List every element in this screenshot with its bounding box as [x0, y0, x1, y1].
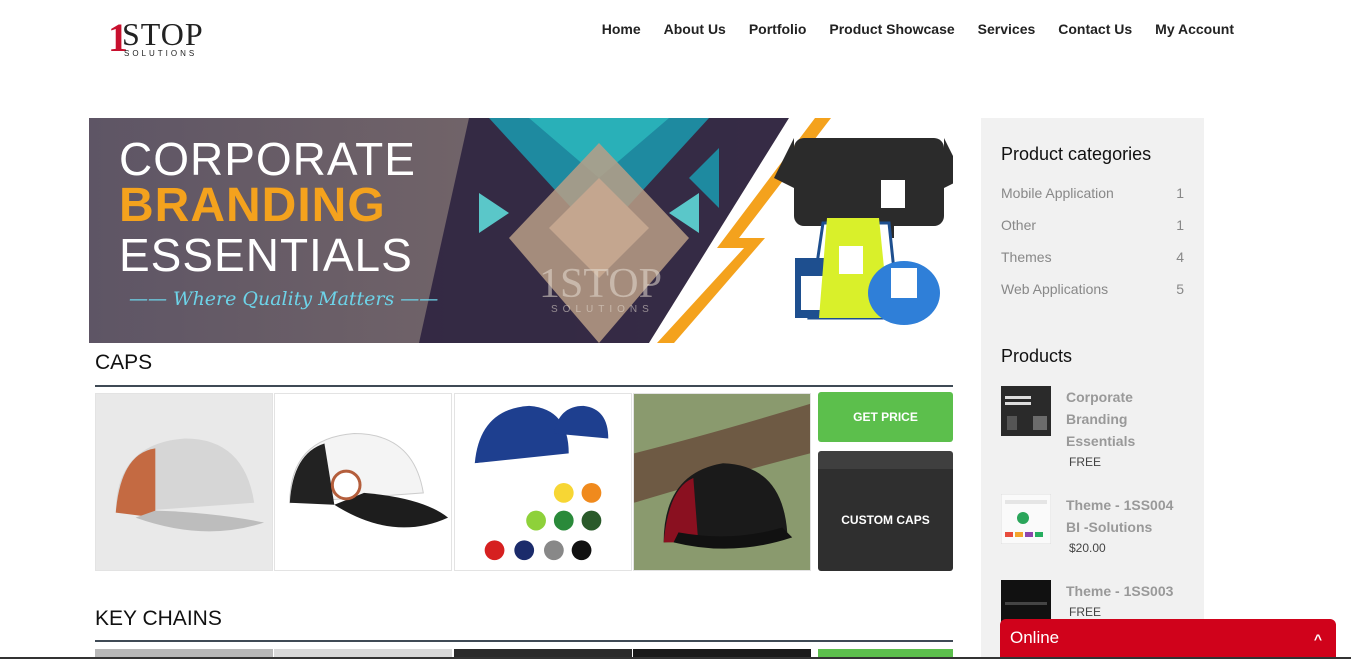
key-chains-section-title: KEY CHAINS: [95, 607, 222, 630]
product-price: FREE: [1069, 605, 1102, 619]
product-price: FREE: [1069, 455, 1102, 469]
product-thumbnail[interactable]: [1001, 386, 1051, 436]
product-item-1[interactable]: Corporate Branding Essentials FREE: [1001, 386, 1191, 476]
logo-subtitle: SOLUTIONS: [124, 49, 198, 58]
banner-line-3: ESSENTIALS: [119, 229, 413, 281]
category-count: 5: [1176, 281, 1184, 297]
online-chat-widget[interactable]: Online ^: [1000, 619, 1336, 659]
category-count: 4: [1176, 249, 1184, 265]
key-chains-divider: [95, 640, 953, 642]
banner-tagline: —— Where Quality Matters ——: [129, 288, 439, 310]
products-title: Products: [1001, 346, 1073, 366]
nav-home[interactable]: Home: [602, 21, 641, 37]
category-name[interactable]: Web Applications: [1001, 281, 1108, 297]
nav-contact-us[interactable]: Contact Us: [1058, 21, 1132, 37]
category-mobile-application[interactable]: Mobile Application 1: [1001, 185, 1184, 201]
category-themes[interactable]: Themes 4: [1001, 249, 1184, 265]
cap-image-4[interactable]: [633, 393, 811, 571]
product-name[interactable]: Theme - 1SS003: [1066, 580, 1186, 602]
product-thumbnail[interactable]: [1001, 494, 1051, 544]
main-nav: Home About Us Portfolio Product Showcase…: [602, 21, 1234, 37]
category-name[interactable]: Themes: [1001, 249, 1052, 265]
custom-caps-button[interactable]: CUSTOM CAPS: [818, 451, 953, 571]
product-categories-title: Product categories: [1001, 144, 1152, 164]
product-price: $20.00: [1069, 541, 1106, 555]
caps-section-title: CAPS: [95, 351, 153, 374]
banner-watermark-sub: SOLUTIONS: [551, 304, 654, 315]
nav-product-showcase[interactable]: Product Showcase: [829, 21, 954, 37]
nav-my-account[interactable]: My Account: [1155, 21, 1234, 37]
category-other[interactable]: Other 1: [1001, 217, 1184, 233]
nav-portfolio[interactable]: Portfolio: [749, 21, 807, 37]
banner-line-2: BRANDING: [119, 179, 386, 232]
category-name[interactable]: Mobile Application: [1001, 185, 1114, 201]
category-name[interactable]: Other: [1001, 217, 1036, 233]
cap-image-1[interactable]: [95, 393, 273, 571]
category-web-applications[interactable]: Web Applications 5: [1001, 281, 1184, 297]
category-count: 1: [1176, 185, 1184, 201]
product-item-2[interactable]: Theme - 1SS004 BI -Solutions $20.00: [1001, 494, 1191, 564]
banner-watermark: 1STOP: [539, 261, 662, 307]
category-count: 1: [1176, 217, 1184, 233]
chat-status-label: Online: [1010, 628, 1060, 647]
product-name[interactable]: Corporate Branding Essentials: [1066, 386, 1186, 452]
logo-wordmark: STOP: [122, 16, 204, 52]
cap-image-3[interactable]: [454, 393, 632, 571]
cap-image-2[interactable]: [274, 393, 452, 571]
site-logo[interactable]: 1 STOP SOLUTIONS: [108, 16, 208, 62]
banner-line-1: CORPORATE: [119, 133, 416, 185]
nav-about-us[interactable]: About Us: [664, 21, 726, 37]
chevron-up-icon[interactable]: ^: [1314, 631, 1322, 647]
hero-banner: CORPORATE BRANDING ESSENTIALS —— Where Q…: [89, 118, 953, 343]
caps-divider: [95, 385, 953, 387]
sidebar: Product categories Mobile Application 1 …: [981, 118, 1204, 659]
nav-services[interactable]: Services: [978, 21, 1036, 37]
product-name[interactable]: Theme - 1SS004 BI -Solutions: [1066, 494, 1186, 538]
get-price-button[interactable]: GET PRICE: [818, 392, 953, 442]
